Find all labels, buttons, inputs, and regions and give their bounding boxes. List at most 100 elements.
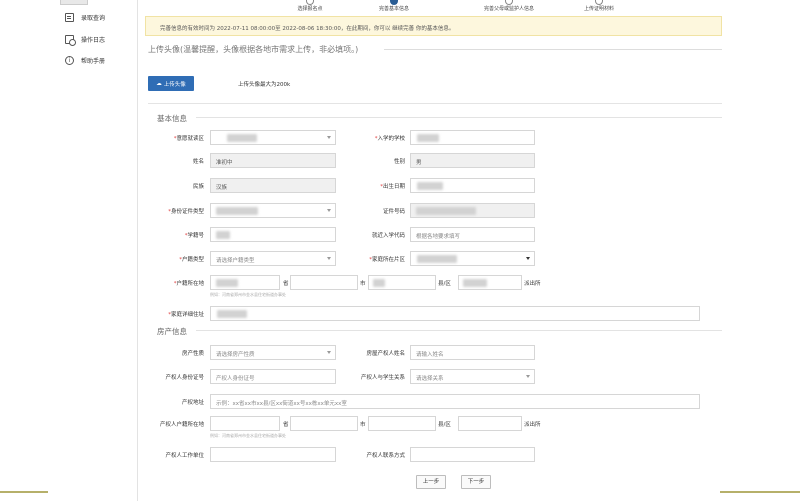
redacted-value (216, 231, 230, 239)
step-select-site: 选择报名点 (280, 0, 340, 12)
address-input[interactable] (210, 306, 700, 321)
name-field: 准初中 (210, 153, 336, 168)
step-marker (595, 0, 603, 5)
chevron-down-icon (526, 375, 530, 378)
bottom-divider-right (720, 491, 800, 493)
owner-hukou-label: 产权人户籍所在地 (159, 422, 204, 428)
chevron-down-icon (327, 257, 331, 260)
sidebar-item-label: 操作日志 (81, 37, 106, 44)
basic-info-title: 基本信息 (157, 114, 187, 123)
step-marker (306, 0, 314, 5)
redacted-value (216, 279, 238, 287)
hukou-city-input[interactable] (290, 275, 358, 290)
sidebar-item-help-manual[interactable]: i 帮助手册 (65, 56, 105, 65)
sidebar: 录取查询 操作日志 i 帮助手册 (50, 0, 138, 501)
redacted-value (216, 207, 258, 215)
bottom-divider-left (0, 491, 48, 493)
owner-hukou-hint: 例如：河南省郑州市金水县住宅街道办事处 (210, 433, 286, 438)
gender-field: 男 (410, 153, 535, 168)
sidebar-item-operation-log[interactable]: 操作日志 (65, 35, 106, 46)
student-no-label: *学籍号 (184, 233, 204, 239)
home-region-select[interactable] (410, 251, 535, 266)
divider (384, 49, 722, 50)
gender-label: 性别 (393, 159, 405, 165)
nation-field: 汉族 (210, 178, 336, 193)
contact-label: 产权人联系方式 (366, 453, 405, 459)
birth-date-input[interactable] (410, 178, 535, 193)
street-unit: 派出所 (524, 281, 541, 287)
step-label: 选择报名点 (297, 6, 323, 12)
region-label: *意愿就读区 (173, 136, 204, 142)
id-number-field (410, 203, 535, 218)
chevron-down-icon (526, 257, 530, 260)
name-label: 姓名 (192, 159, 204, 165)
owner-relation-label: 产权人与学生关系 (360, 375, 405, 381)
redacted-value (217, 310, 247, 318)
hukou-street-input[interactable] (458, 275, 522, 290)
step-progress: 选择报名点 完善基本信息 完善父母或监护人信息 上传证明材料 (140, 0, 800, 14)
owner-street-input[interactable] (458, 416, 522, 431)
step-basic-info: 完善基本信息 (364, 0, 424, 12)
owner-city-input[interactable] (290, 416, 358, 431)
sidebar-item-label: 录取查询 (81, 15, 106, 22)
owner-province-input[interactable] (210, 416, 280, 431)
owner-name-label: 房屋产权人姓名 (366, 351, 405, 357)
redacted-value (227, 134, 257, 142)
redacted-value (417, 134, 439, 142)
city-unit: 市 (360, 281, 366, 287)
entry-code-input[interactable]: 根据各地要求填写 (410, 227, 535, 242)
house-address-label: 产权地址 (181, 400, 204, 406)
upload-section-title: 上传头像(温馨提醒，头像根据各地市需求上传，非必填项。) (148, 45, 359, 54)
divider (196, 117, 722, 118)
county-unit: 县/区 (438, 281, 451, 287)
form-page: 录取查询 操作日志 i 帮助手册 选择报名点 完善基本信息 完善父母或监护人信息… (0, 0, 800, 501)
step-label: 完善基本信息 (378, 6, 409, 12)
sidebar-item-admission-query[interactable]: 录取查询 (65, 13, 105, 22)
next-step-button[interactable]: 下一步 (461, 475, 491, 489)
work-unit-input[interactable] (210, 447, 336, 462)
hukou-type-select[interactable]: 请选择户籍类型 (210, 251, 336, 266)
house-nature-select[interactable]: 请选择房产性质 (210, 345, 336, 360)
step-label: 完善父母或监护人信息 (483, 6, 534, 12)
school-label: *入学的学校 (374, 136, 405, 142)
contact-input[interactable] (410, 447, 535, 462)
region-select[interactable] (210, 130, 336, 145)
owner-county-input[interactable] (368, 416, 436, 431)
owner-name-input[interactable]: 请输入姓名 (410, 345, 535, 360)
id-type-label: *身份证件类型 (168, 209, 204, 215)
hukou-province-input[interactable] (210, 275, 280, 290)
sidebar-item-label: 帮助手册 (81, 58, 106, 65)
redacted-value (463, 279, 487, 287)
redacted-value (416, 207, 476, 215)
id-type-select[interactable] (210, 203, 336, 218)
redacted-value (373, 279, 385, 287)
step-upload-proof: 上传证明材料 (569, 0, 629, 12)
address-label: *家庭详细住址 (168, 312, 204, 318)
house-nature-label: 房产性质 (181, 351, 204, 357)
county-unit: 县/区 (438, 422, 451, 428)
log-icon (65, 35, 76, 46)
prev-step-button[interactable]: 上一步 (416, 475, 446, 489)
chevron-down-icon (327, 209, 331, 212)
divider (196, 330, 722, 331)
upload-size-hint: 上传头像最大为200k (238, 82, 291, 88)
owner-id-label: 产权人身份证号 (165, 375, 204, 381)
province-unit: 省 (283, 281, 289, 287)
hukou-county-input[interactable] (368, 275, 436, 290)
hukou-type-label: *户籍类型 (179, 257, 204, 263)
notice-banner: 完善信息的有效时间为 2022-07-11 08:00:00至 2022-08-… (145, 16, 722, 36)
entry-code-label: 就近入学代码 (371, 233, 405, 239)
upload-avatar-button[interactable]: ☁ 上传头像 (148, 76, 194, 91)
doc-icon (65, 13, 74, 22)
province-unit: 省 (283, 422, 289, 428)
school-input[interactable] (410, 130, 535, 145)
redacted-value (417, 255, 457, 263)
student-no-input[interactable] (210, 227, 336, 242)
owner-id-input[interactable]: 产权人身份证号 (210, 369, 336, 384)
house-address-input[interactable]: 示例：xx省xx市xx县/区xx街道xx号xx栋xx单元xx室 (210, 394, 700, 409)
owner-relation-select[interactable]: 请选择关系 (410, 369, 535, 384)
divider (148, 103, 722, 104)
step-marker (390, 0, 398, 5)
upload-button-label: 上传头像 (163, 81, 186, 88)
sidebar-collapsed-tab[interactable] (60, 0, 88, 5)
